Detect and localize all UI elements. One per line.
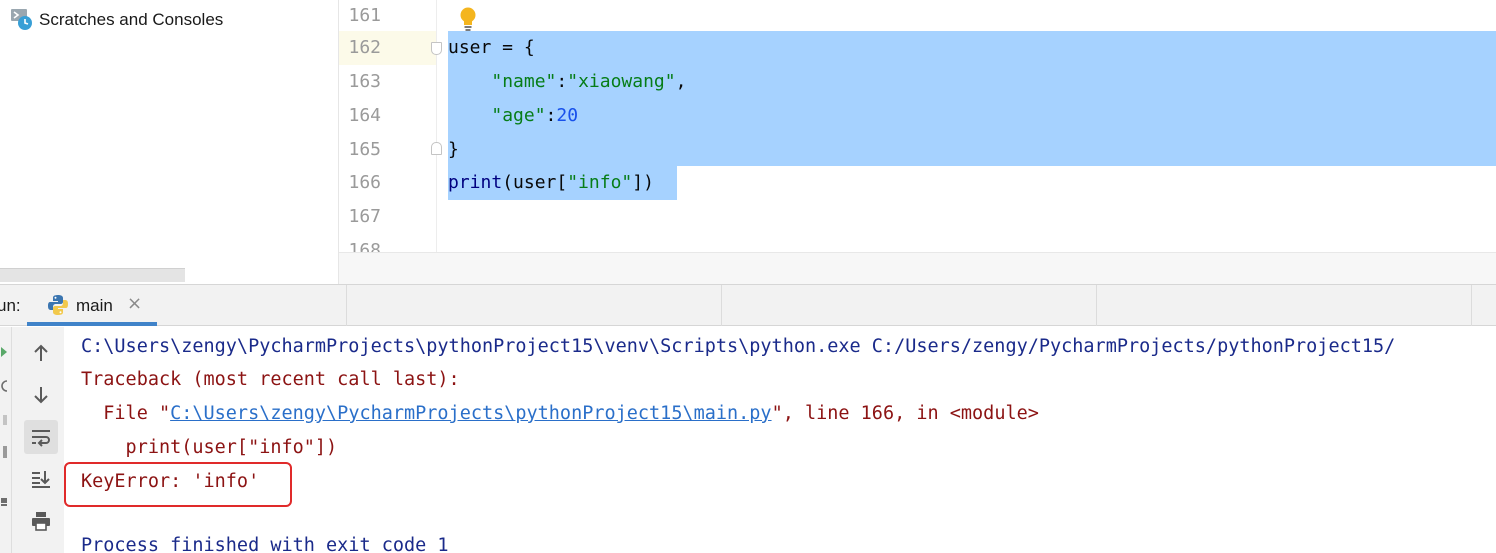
rerun-icon[interactable] (1, 345, 9, 359)
line-number: 167 (348, 206, 381, 227)
line-number: 165 (348, 139, 381, 160)
console-traceback-header: Traceback (most recent call last): (81, 369, 460, 390)
python-icon (47, 294, 69, 316)
run-tool-window-header: un: main × (0, 284, 1496, 326)
console-command-line: C:\Users\zengy\PycharmProjects\pythonPro… (81, 336, 1396, 357)
code-line: user = { (448, 37, 535, 58)
line-number: 163 (348, 71, 381, 92)
arrow-up-icon (34, 344, 48, 361)
modify-run-icon[interactable] (1, 379, 9, 393)
lightbulb-icon[interactable] (458, 6, 478, 32)
close-icon[interactable]: × (127, 293, 142, 314)
run-toolbar-edge (0, 327, 12, 553)
fold-open-icon[interactable] (431, 42, 442, 55)
editor-bottom-bar (339, 252, 1496, 284)
run-panel-label: un: (0, 296, 21, 315)
header-divider (1471, 285, 1472, 326)
run-tab-label: main (76, 296, 113, 315)
code-line: print(user["info"]) (448, 172, 654, 193)
project-horizontal-scrollbar[interactable] (0, 268, 185, 282)
soft-wrap-button[interactable] (24, 420, 58, 454)
code-line: "age":20 (491, 105, 579, 126)
up-stack-trace-button[interactable] (24, 336, 58, 370)
project-tool-window: Scratches and Consoles (0, 0, 338, 284)
line-number: 161 (348, 5, 381, 26)
line-number: 164 (348, 105, 381, 126)
arrow-down-icon (34, 387, 48, 404)
pin-tab-icon[interactable] (1, 495, 9, 509)
line-number: 168 (348, 240, 381, 252)
fold-close-icon[interactable] (431, 142, 442, 155)
code-editor[interactable]: 161 162 163 164 165 166 167 168 user = {… (339, 0, 1496, 252)
line-number: 166 (348, 172, 381, 193)
tree-item-label: Scratches and Consoles (39, 10, 224, 29)
editor-gutter[interactable]: 161 162 163 164 165 166 167 168 (339, 0, 437, 252)
header-divider (721, 285, 722, 326)
header-divider (1096, 285, 1097, 326)
run-toolbar (0, 327, 64, 553)
scroll-to-end-icon (32, 471, 50, 488)
print-button[interactable] (24, 504, 58, 538)
stop-icon[interactable] (1, 413, 9, 427)
scroll-to-end-button[interactable] (24, 462, 58, 496)
soft-wrap-icon (32, 430, 50, 447)
source-file-link[interactable]: C:\Users\zengy\PycharmProjects\pythonPro… (170, 403, 771, 424)
console-source-line: print(user["info"]) (81, 437, 338, 458)
error-highlight-box (64, 462, 292, 507)
console-traceback-file-line: File "C:\Users\zengy\PycharmProjects\pyt… (81, 403, 1039, 424)
run-console-output[interactable]: C:\Users\zengy\PycharmProjects\pythonPro… (64, 327, 1496, 553)
scratches-consoles-icon (10, 7, 36, 33)
header-divider (346, 285, 347, 326)
code-line: "name":"xiaowang", (491, 71, 687, 92)
active-tab-indicator (27, 322, 157, 326)
run-tab-main[interactable]: main × (27, 285, 157, 326)
down-stack-trace-button[interactable] (24, 378, 58, 412)
console-exit-line: Process finished with exit code 1 (81, 535, 449, 553)
line-number: 162 (348, 37, 381, 58)
print-icon (32, 512, 50, 531)
restore-layout-icon[interactable] (1, 445, 9, 459)
code-line: } (448, 139, 459, 160)
tree-item-scratches-and-consoles[interactable]: Scratches and Consoles (10, 6, 223, 34)
